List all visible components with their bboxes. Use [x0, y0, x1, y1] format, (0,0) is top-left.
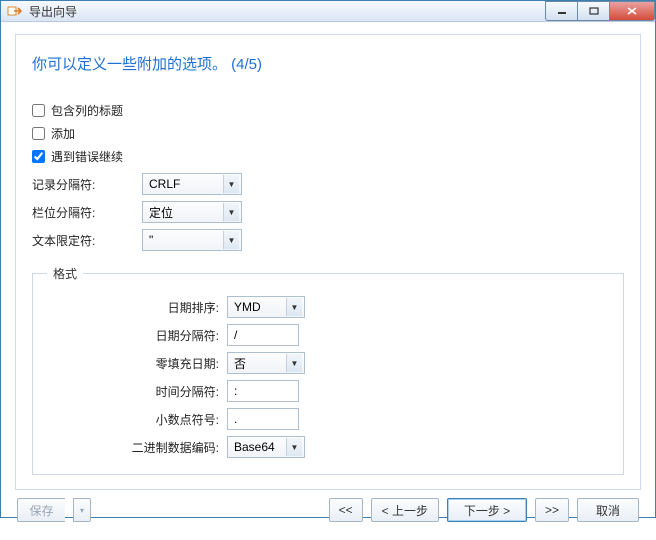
prev-button[interactable]: < 上一步: [371, 498, 439, 522]
export-wizard-window: 导出向导 你可以定义一些附加的选项。 (4/5) 包含列的标题: [0, 0, 656, 518]
separator-grid: 记录分隔符: CRLF ▼ 栏位分隔符: 定位 ▼ 文本限定符: " ▼: [32, 173, 624, 251]
window-buttons: [545, 1, 655, 21]
text-qualifier-value: ": [149, 233, 153, 247]
app-icon: [7, 3, 23, 19]
cancel-button[interactable]: 取消: [577, 498, 639, 522]
zero-fill-label: 零填充日期:: [47, 355, 227, 372]
record-sep-select[interactable]: CRLF ▼: [142, 173, 242, 195]
time-sep-label: 时间分隔符:: [47, 383, 227, 400]
format-group: 格式 日期排序: YMD ▼ 日期分隔符: / 零填充日期: 否 ▼: [32, 265, 624, 475]
zero-fill-value: 否: [234, 355, 246, 372]
date-sep-input[interactable]: /: [227, 324, 299, 346]
check-include-titles[interactable]: [32, 104, 45, 117]
decimal-label: 小数点符号:: [47, 411, 227, 428]
date-order-select[interactable]: YMD ▼: [227, 296, 305, 318]
check-append-row: 添加: [32, 125, 624, 142]
binary-enc-label: 二进制数据编码:: [47, 439, 227, 456]
field-sep-value: 定位: [149, 204, 173, 221]
check-continue-error[interactable]: [32, 150, 45, 163]
save-button[interactable]: 保存: [17, 498, 65, 522]
minimize-button[interactable]: [545, 1, 577, 21]
date-sep-value: /: [234, 328, 237, 342]
chevron-down-icon: ▼: [286, 354, 302, 372]
check-append[interactable]: [32, 127, 45, 140]
record-sep-value: CRLF: [149, 177, 180, 191]
format-legend: 格式: [47, 265, 83, 282]
content-area: 你可以定义一些附加的选项。 (4/5) 包含列的标题 添加 遇到错误继续 记录分…: [1, 22, 655, 540]
close-button[interactable]: [609, 1, 655, 21]
chevron-down-icon: ▼: [223, 175, 239, 193]
checkbox-group: 包含列的标题 添加 遇到错误继续: [32, 102, 624, 165]
text-qualifier-select[interactable]: " ▼: [142, 229, 242, 251]
page-heading: 你可以定义一些附加的选项。 (4/5): [32, 53, 624, 74]
binary-enc-select[interactable]: Base64 ▼: [227, 436, 305, 458]
check-continue-error-row: 遇到错误继续: [32, 148, 624, 165]
save-split-button: 保存 ▾: [17, 498, 91, 522]
zero-fill-select[interactable]: 否 ▼: [227, 352, 305, 374]
field-sep-label: 栏位分隔符:: [32, 204, 142, 221]
inner-panel: 你可以定义一些附加的选项。 (4/5) 包含列的标题 添加 遇到错误继续 记录分…: [15, 34, 641, 490]
button-bar: 保存 ▾ << < 上一步 下一步 > >> 取消: [15, 490, 641, 530]
next-button[interactable]: 下一步 >: [447, 498, 527, 522]
chevron-down-icon: ▼: [223, 203, 239, 221]
binary-enc-value: Base64: [234, 440, 275, 454]
chevron-down-icon: ▼: [223, 231, 239, 249]
date-order-value: YMD: [234, 300, 261, 314]
last-button[interactable]: >>: [535, 498, 569, 522]
decimal-input[interactable]: .: [227, 408, 299, 430]
window-title: 导出向导: [29, 3, 77, 20]
record-sep-label: 记录分隔符:: [32, 176, 142, 193]
first-button[interactable]: <<: [329, 498, 363, 522]
field-sep-select[interactable]: 定位 ▼: [142, 201, 242, 223]
check-include-titles-row: 包含列的标题: [32, 102, 624, 119]
time-sep-value: :: [234, 384, 237, 398]
chevron-down-icon: ▼: [286, 438, 302, 456]
time-sep-input[interactable]: :: [227, 380, 299, 402]
date-sep-label: 日期分隔符:: [47, 327, 227, 344]
decimal-value: .: [234, 412, 237, 426]
format-grid: 日期排序: YMD ▼ 日期分隔符: / 零填充日期: 否 ▼ 时间分隔符:: [47, 296, 609, 458]
check-include-titles-label: 包含列的标题: [51, 102, 123, 119]
save-dropdown-button[interactable]: ▾: [73, 498, 91, 522]
check-continue-error-label: 遇到错误继续: [51, 148, 123, 165]
text-qualifier-label: 文本限定符:: [32, 232, 142, 249]
date-order-label: 日期排序:: [47, 299, 227, 316]
maximize-button[interactable]: [577, 1, 609, 21]
chevron-down-icon: ▼: [286, 298, 302, 316]
check-append-label: 添加: [51, 125, 75, 142]
titlebar: 导出向导: [1, 1, 655, 22]
